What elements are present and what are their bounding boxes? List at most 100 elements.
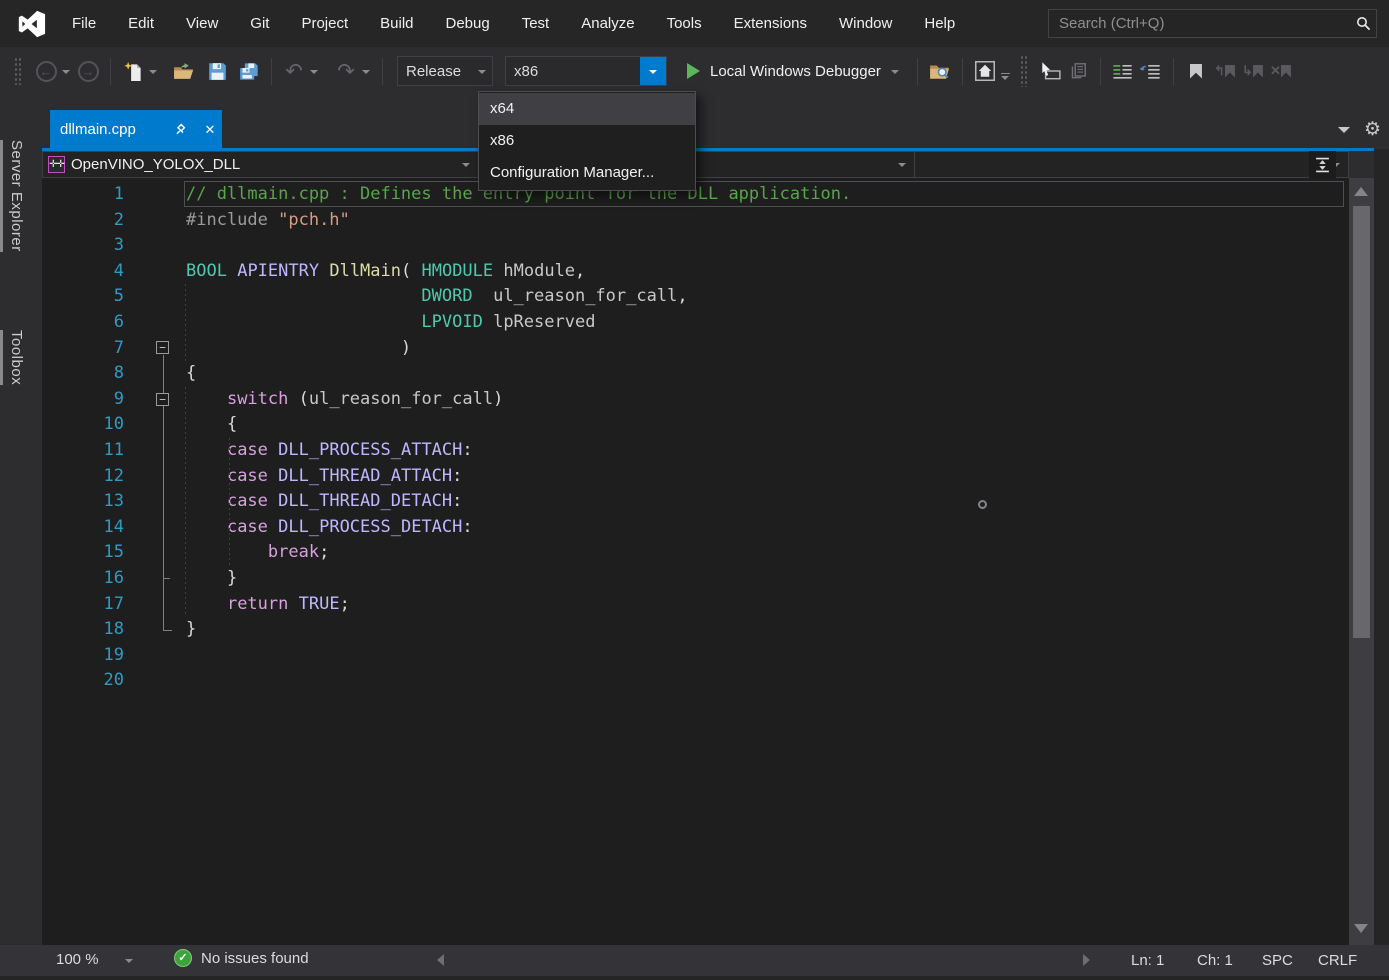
fold-collapse-box[interactable]: − xyxy=(156,393,169,406)
previous-bookmark-button[interactable]: ↰ xyxy=(1210,56,1238,86)
new-file-button[interactable] xyxy=(119,56,147,86)
code-line[interactable]: 4BOOL APIENTRY DllMain( HMODULE hModule, xyxy=(42,259,1349,285)
code-line[interactable]: 19 xyxy=(42,643,1349,669)
open-file-button[interactable] xyxy=(169,56,197,86)
find-in-files-button[interactable] xyxy=(926,56,954,86)
sync-document-button[interactable] xyxy=(1064,56,1092,86)
platform-dropdown-item[interactable]: Configuration Manager... xyxy=(479,157,695,189)
navigate-back-button[interactable]: ← xyxy=(32,56,60,86)
home-button[interactable] xyxy=(971,56,999,86)
line-number: 1 xyxy=(42,182,136,208)
document-health-indicator[interactable]: ✓ No issues found xyxy=(174,949,309,967)
undo-button[interactable]: ↶ xyxy=(280,56,308,86)
save-all-button[interactable] xyxy=(235,56,263,86)
tab-title: dllmain.cpp xyxy=(50,121,174,138)
sidebar-tab-toolbox[interactable]: Toolbox xyxy=(8,330,25,385)
scroll-up-arrow[interactable] xyxy=(1354,187,1368,196)
save-all-icon xyxy=(239,62,260,81)
platform-dropdown-item[interactable]: x64 xyxy=(479,93,695,125)
configuration-caret[interactable] xyxy=(472,65,492,78)
hscroll-left-arrow[interactable] xyxy=(437,954,444,966)
forward-arrow-icon: → xyxy=(78,61,99,82)
toolbar-drag-handle[interactable] xyxy=(14,57,22,85)
scroll-down-arrow[interactable] xyxy=(1354,924,1368,933)
menu-item[interactable]: Analyze xyxy=(565,0,650,47)
code-line[interactable]: 10 { xyxy=(42,412,1349,438)
format-indent-button[interactable] xyxy=(1109,56,1137,86)
editor-split-handle[interactable] xyxy=(1309,151,1336,178)
fold-collapse-box[interactable]: − xyxy=(156,341,169,354)
tab-dllmain-cpp[interactable]: dllmain.cpp ✕ xyxy=(50,110,222,149)
search-box[interactable]: Search (Ctrl+Q) xyxy=(1048,9,1377,38)
toolbar-drag-handle[interactable] xyxy=(1020,55,1028,87)
new-file-dropdown-caret[interactable] xyxy=(149,70,157,78)
start-debugging-button[interactable]: Local Windows Debugger xyxy=(687,63,903,80)
navigate-back-dropdown-caret[interactable] xyxy=(62,70,70,78)
code-line[interactable]: 20 xyxy=(42,668,1349,694)
code-line[interactable]: 7 ) xyxy=(42,336,1349,362)
code-line[interactable]: 5 DWORD ul_reason_for_call, xyxy=(42,284,1349,310)
menu-item[interactable]: Edit xyxy=(112,0,170,47)
menu-item[interactable]: Git xyxy=(234,0,285,47)
hscroll-right-arrow[interactable] xyxy=(1083,954,1090,966)
next-bookmark-button[interactable]: ↳ xyxy=(1238,56,1266,86)
menu-item[interactable]: Tools xyxy=(651,0,718,47)
code-line[interactable]: 16 } xyxy=(42,566,1349,592)
menu-item[interactable]: Project xyxy=(285,0,364,47)
navigate-forward-button[interactable]: → xyxy=(74,56,102,86)
pin-icon[interactable] xyxy=(174,123,198,136)
code-editor[interactable]: 1// dllmain.cpp : Defines the entry poin… xyxy=(42,178,1349,945)
spaces-indicator[interactable]: SPC xyxy=(1262,952,1293,969)
save-button[interactable] xyxy=(203,56,231,86)
menu-item[interactable]: File xyxy=(56,0,112,47)
menu-item[interactable]: Test xyxy=(506,0,566,47)
column-indicator[interactable]: Ch: 1 xyxy=(1197,952,1233,969)
debug-target-caret[interactable] xyxy=(891,70,899,78)
code-line[interactable]: 11 case DLL_PROCESS_ATTACH: xyxy=(42,438,1349,464)
gear-icon[interactable]: ⚙ xyxy=(1364,118,1381,141)
scrollbar-thumb[interactable] xyxy=(1353,206,1370,638)
redo-button[interactable]: ↷ xyxy=(332,56,360,86)
code-line[interactable]: 2#include "pch.h" xyxy=(42,208,1349,234)
code-line[interactable]: 13 case DLL_THREAD_DETACH: xyxy=(42,489,1349,515)
code-line[interactable]: 9 switch (ul_reason_for_call) xyxy=(42,387,1349,413)
code-line[interactable]: 17 return TRUE; xyxy=(42,592,1349,618)
line-number: 9 xyxy=(42,387,136,413)
menu-item[interactable]: View xyxy=(170,0,234,47)
document-copy-icon xyxy=(1068,62,1088,80)
code-line[interactable]: 12 case DLL_THREAD_ATTACH: xyxy=(42,464,1349,490)
code-line[interactable]: 8{ xyxy=(42,361,1349,387)
menu-item[interactable]: Build xyxy=(364,0,429,47)
solution-platform-combo[interactable]: x86 xyxy=(505,56,667,86)
platform-caret-open[interactable] xyxy=(640,57,666,85)
platform-dropdown-item[interactable]: x86 xyxy=(479,125,695,157)
tab-list-caret-icon[interactable] xyxy=(1338,127,1350,139)
zoom-level-combo[interactable]: 100 % xyxy=(56,951,133,968)
menu-item[interactable]: Help xyxy=(908,0,971,47)
code-line[interactable]: 15 break; xyxy=(42,540,1349,566)
navigate-to-button[interactable] xyxy=(1036,56,1064,86)
solution-configuration-combo[interactable]: Release xyxy=(397,56,493,86)
menu-item[interactable]: Debug xyxy=(430,0,506,47)
undo-dropdown-caret[interactable] xyxy=(310,70,318,78)
menu-item[interactable]: Extensions xyxy=(718,0,823,47)
navbar-project-dropdown[interactable]: ✛✛ OpenVINO_YOLOX_DLL xyxy=(43,152,479,177)
editor-vertical-scrollbar[interactable] xyxy=(1349,178,1374,945)
sidebar-tab-server-explorer[interactable]: Server Explorer xyxy=(8,140,25,252)
toolbar-overflow-button[interactable] xyxy=(1001,73,1010,84)
navbar-member-dropdown[interactable] xyxy=(915,152,1348,177)
close-tab-icon[interactable]: ✕ xyxy=(198,122,222,138)
window-bottom-edge xyxy=(0,976,1389,980)
menu-item[interactable]: Window xyxy=(823,0,908,47)
line-ending-indicator[interactable]: CRLF xyxy=(1318,952,1357,969)
toggle-bookmark-button[interactable] xyxy=(1182,56,1210,86)
code-line[interactable]: 3 xyxy=(42,233,1349,259)
code-line[interactable]: 14 case DLL_PROCESS_DETACH: xyxy=(42,515,1349,541)
search-icon[interactable] xyxy=(1350,16,1376,31)
unindent-button[interactable] xyxy=(1137,56,1165,86)
code-line[interactable]: 6 LPVOID lpReserved xyxy=(42,310,1349,336)
code-line[interactable]: 18} xyxy=(42,617,1349,643)
clear-bookmarks-button[interactable]: ✕ xyxy=(1266,56,1294,86)
line-indicator[interactable]: Ln: 1 xyxy=(1131,952,1164,969)
redo-dropdown-caret[interactable] xyxy=(362,70,370,78)
